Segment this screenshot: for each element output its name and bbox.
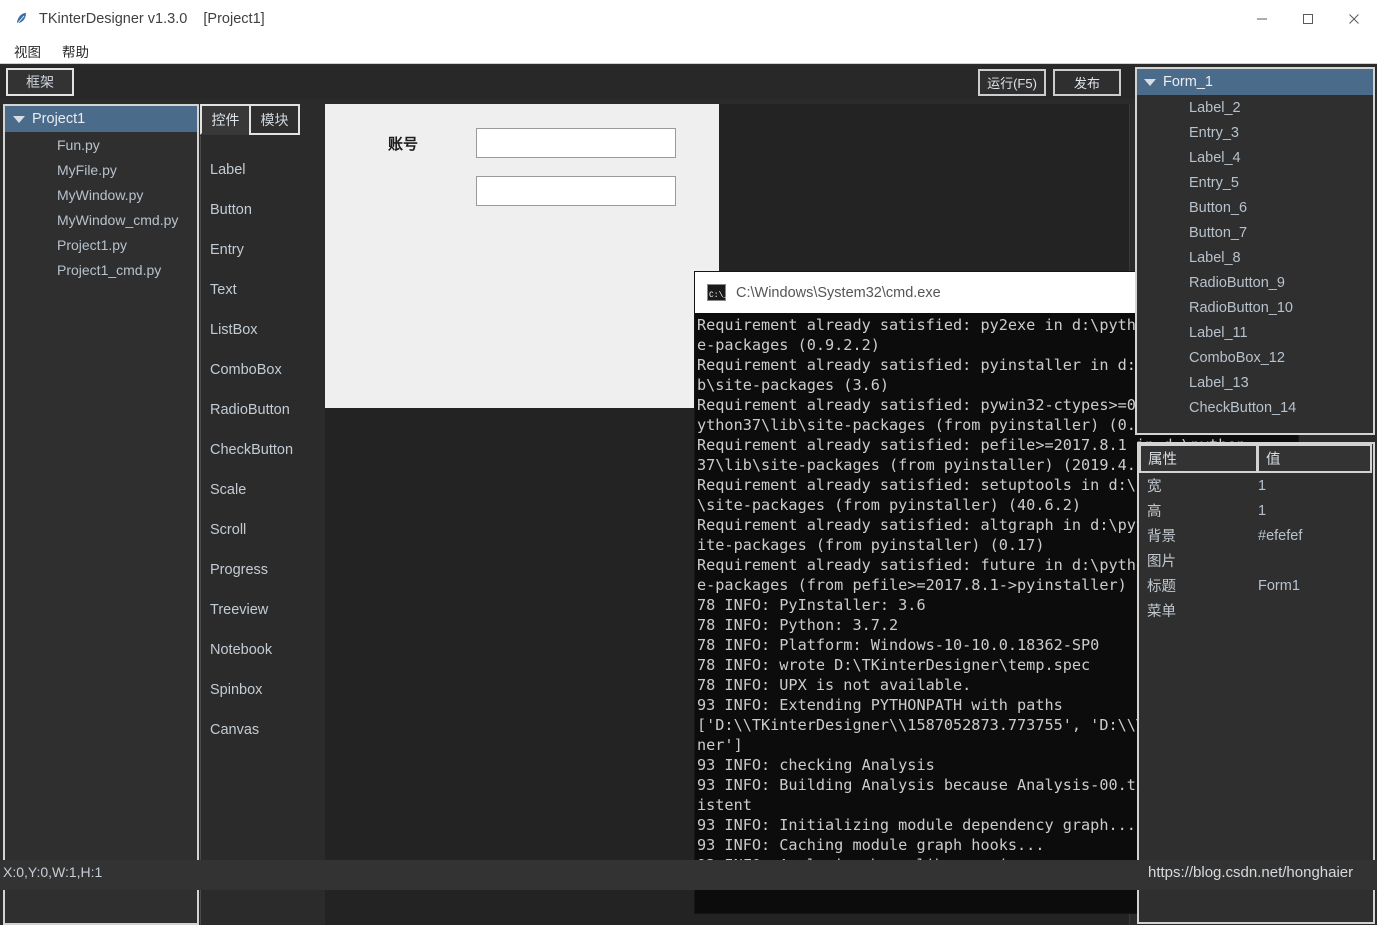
palette-item[interactable]: Progress — [201, 550, 324, 590]
publish-button[interactable]: 发布 — [1053, 69, 1121, 96]
property-row[interactable]: 高1 — [1139, 498, 1373, 523]
property-name: 背景 — [1147, 529, 1176, 545]
palette-item[interactable]: Label — [201, 150, 324, 190]
object-tree-item[interactable]: RadioButton_9 — [1137, 270, 1373, 295]
object-tree-item[interactable]: Button_7 — [1137, 220, 1373, 245]
project-file-list: Fun.py MyFile.py MyWindow.py MyWindow_cmd.p… — [5, 132, 197, 282]
property-grid-rows: 宽 1 高 1 背景 #efefef 图片 标题 Form1 菜单 — [1139, 473, 1373, 623]
form-entry-password[interactable] — [476, 176, 676, 206]
palette-item[interactable]: CheckButton — [201, 430, 324, 470]
tree-item-file[interactable]: MyFile.py — [5, 157, 197, 182]
palette-item-list: Label Button Entry Text ListBox ComboBox Radio… — [200, 136, 324, 925]
palette-item[interactable]: Entry — [201, 230, 324, 270]
object-tree-panel: Form_1 Label_2 Entry_3 Label_4 Entry_5 Butto… — [1135, 67, 1375, 435]
tab-framework[interactable]: 框架 — [6, 68, 74, 96]
object-tree-item[interactable]: RadioButton_10 — [1137, 295, 1373, 320]
object-item-list: Label_2 Entry_3 Label_4 Entry_5 Button_6 Butt… — [1137, 95, 1373, 420]
chevron-down-icon[interactable] — [1144, 78, 1156, 86]
cmd-icon: C:\_ — [707, 284, 728, 301]
feather-icon — [12, 10, 30, 28]
design-form[interactable]: 账号 — [325, 104, 719, 408]
property-row[interactable]: 图片 — [1139, 548, 1373, 573]
form-entry-account[interactable] — [476, 128, 676, 158]
property-name: 菜单 — [1147, 604, 1176, 620]
object-tree-item[interactable]: Entry_3 — [1137, 120, 1373, 145]
palette-item[interactable]: Canvas — [201, 710, 324, 750]
form-label-account[interactable]: 账号 — [388, 133, 418, 154]
status-link[interactable]: https://blog.csdn.net/honghaier — [1148, 864, 1353, 881]
property-name: 标题 — [1147, 579, 1176, 595]
object-tree-item[interactable]: ComboBox_12 — [1137, 345, 1373, 370]
column-header-property[interactable]: 属性 — [1139, 444, 1258, 473]
tab-modules[interactable]: 模块 — [249, 104, 300, 135]
palette-item[interactable]: Text — [201, 270, 324, 310]
window-controls — [1239, 0, 1377, 38]
tree-item-file[interactable]: MyWindow_cmd.py — [5, 207, 197, 232]
column-header-value[interactable]: 值 — [1257, 444, 1372, 473]
widget-palette: 控件 模块 Label Button Entry Text ListBox ComboBo… — [200, 104, 324, 925]
palette-item[interactable]: Notebook — [201, 630, 324, 670]
property-value[interactable]: Form1 — [1258, 578, 1373, 594]
palette-item[interactable]: RadioButton — [201, 390, 324, 430]
palette-item[interactable]: Spinbox — [201, 670, 324, 710]
property-value[interactable]: 1 — [1258, 503, 1373, 519]
palette-item[interactable]: Scale — [201, 470, 324, 510]
palette-item[interactable]: ListBox — [201, 310, 324, 350]
object-tree-item[interactable]: Label_2 — [1137, 95, 1373, 120]
property-grid-header: 属性 值 — [1139, 444, 1373, 473]
palette-tabs: 控件 模块 — [200, 104, 300, 135]
object-tree-item[interactable]: Button_6 — [1137, 195, 1373, 220]
page-title: TKinterDesigner v1.3.0 [Project1] — [39, 11, 265, 27]
property-name: 高 — [1147, 504, 1162, 520]
run-button[interactable]: 运行(F5) — [978, 69, 1046, 96]
palette-item[interactable]: ComboBox — [201, 350, 324, 390]
status-bar: X:0,Y:0,W:1,H:1 https://blog.csdn.net/ho… — [0, 860, 1377, 890]
maximize-icon[interactable] — [1285, 0, 1331, 38]
property-name: 宽 — [1147, 479, 1162, 495]
object-tree-item[interactable]: Label_13 — [1137, 370, 1373, 395]
tree-root-label: Project1 — [32, 111, 86, 127]
project-tree-panel: Project1 Fun.py MyFile.py MyWindow.py MyWin… — [3, 104, 199, 925]
object-tree-item[interactable]: Label_8 — [1137, 245, 1373, 270]
minimize-icon[interactable] — [1239, 0, 1285, 38]
property-row[interactable]: 宽1 — [1139, 473, 1373, 498]
palette-item[interactable]: Scroll — [201, 510, 324, 550]
toolbar: 框架 运行(F5) 发布 — [0, 65, 1135, 99]
close-icon[interactable] — [1331, 0, 1377, 38]
tree-item-file[interactable]: Project1.py — [5, 232, 197, 257]
designer-canvas[interactable]: 账号 C:\_ C:\Windows\System32\cmd.exe Requ… — [325, 104, 1298, 925]
property-row[interactable]: 标题 Form1 — [1139, 573, 1373, 598]
property-name: 图片 — [1147, 554, 1176, 570]
menu-item-view[interactable]: 视图 — [7, 39, 48, 63]
property-value[interactable]: #efefef — [1258, 528, 1373, 544]
object-tree-item[interactable]: CheckButton_14 — [1137, 395, 1373, 420]
chevron-down-icon[interactable] — [13, 115, 25, 123]
property-grid: 属性 值 宽 1 高 1 背景 #efefef 图片 标题 Form1 菜单 — [1137, 442, 1375, 924]
property-row[interactable]: 背景 #efefef — [1139, 523, 1373, 548]
tree-item-form-root[interactable]: Form_1 — [1137, 69, 1373, 95]
status-coordinates: X:0,Y:0,W:1,H:1 — [3, 864, 103, 880]
tree-item-file[interactable]: Fun.py — [5, 132, 197, 157]
property-row[interactable]: 菜单 — [1139, 598, 1373, 623]
tab-widgets[interactable]: 控件 — [200, 104, 251, 135]
tree-item-file[interactable]: MyWindow.py — [5, 182, 197, 207]
palette-item[interactable]: Treeview — [201, 590, 324, 630]
object-tree-item[interactable]: Label_11 — [1137, 320, 1373, 345]
app-titlebar: TKinterDesigner v1.3.0 [Project1] — [0, 0, 1377, 38]
menubar: 视图 帮助 — [0, 38, 1377, 64]
console-title: C:\Windows\System32\cmd.exe — [736, 284, 941, 301]
object-tree-root-label: Form_1 — [1163, 74, 1213, 90]
palette-item[interactable]: Button — [201, 190, 324, 230]
property-value[interactable]: 1 — [1258, 478, 1373, 494]
app-body: 框架 运行(F5) 发布 Project1 Fun.py MyFile.py MyW… — [0, 65, 1377, 925]
tree-item-file[interactable]: Project1_cmd.py — [5, 257, 197, 282]
object-tree-item[interactable]: Entry_5 — [1137, 170, 1373, 195]
menu-item-help[interactable]: 帮助 — [55, 39, 96, 63]
object-tree-item[interactable]: Label_4 — [1137, 145, 1373, 170]
tree-item-project-root[interactable]: Project1 — [5, 106, 197, 132]
